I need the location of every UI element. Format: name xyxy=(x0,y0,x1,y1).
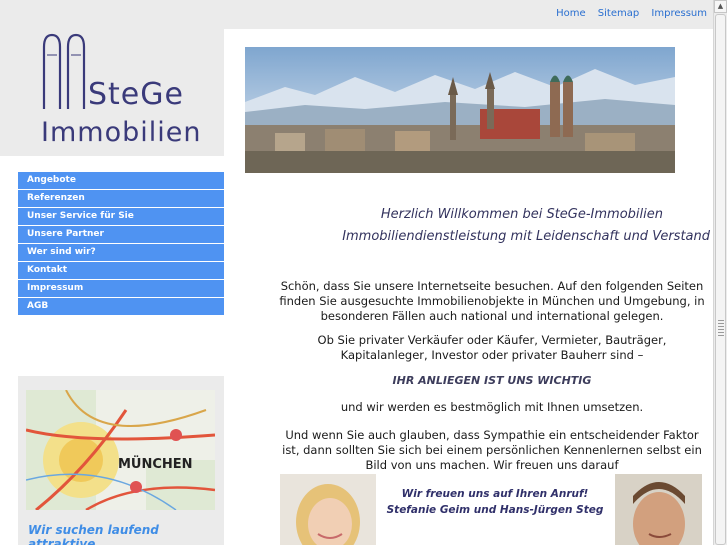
map-city-label: MÜNCHEN xyxy=(118,456,193,472)
menu-item-service[interactable]: Unser Service für Sie xyxy=(18,208,224,226)
intro-line-3: besonderen Fällen auch national und inte… xyxy=(320,309,664,323)
menu-item-agb[interactable]: AGB xyxy=(18,298,224,316)
logo[interactable]: SteGe Immobilien xyxy=(0,29,224,156)
photo-hans-juergen-steg xyxy=(615,474,702,545)
callout-line-1: Wir freuen uns auf Ihren Anruf! xyxy=(401,488,589,500)
contact-callout: Wir freuen uns auf Ihren Anruf! Stefanie… xyxy=(385,486,605,518)
intro-line-1: Schön, dass Sie unsere Internetseite bes… xyxy=(280,279,704,293)
menu-item-kontakt[interactable]: Kontakt xyxy=(18,262,224,280)
menu-item-referenzen[interactable]: Referenzen xyxy=(18,190,224,208)
welcome-line-2: Immobiliendienstleistung mit Leidenschaf… xyxy=(342,229,710,244)
main-menu: Angebote Referenzen Unser Service für Si… xyxy=(18,172,224,316)
promo-text[interactable]: Wir suchen laufend attraktive xyxy=(28,523,224,545)
audience-line-2: Kapitalanleger, Investor oder privater B… xyxy=(340,348,644,362)
photo-stefanie-geim xyxy=(280,474,376,545)
callout-line-2: Stefanie Geim und Hans-Jürgen Steg xyxy=(386,504,604,516)
top-link-home[interactable]: Home xyxy=(556,8,586,19)
menu-item-angebote[interactable]: Angebote xyxy=(18,172,224,190)
menu-item-partner[interactable]: Unsere Partner xyxy=(18,226,224,244)
welcome-heading: Herzlich Willkommen bei SteGe-Immobilien… xyxy=(245,204,710,248)
logo-text-stege: SteGe xyxy=(88,77,184,112)
menu-item-impressum[interactable]: Impressum xyxy=(18,280,224,298)
top-nav: Home Sitemap Impressum xyxy=(547,8,707,19)
sympathy-line-1: Und wenn Sie auch glauben, dass Sympathi… xyxy=(285,428,699,442)
logo-text-immobilien: Immobilien xyxy=(41,117,202,148)
munich-map-image: MÜNCHEN xyxy=(26,390,215,510)
sympathy-paragraph: Und wenn Sie auch glauben, dass Sympathi… xyxy=(262,428,722,473)
contact-row: Wir freuen uns auf Ihren Anruf! Stefanie… xyxy=(280,474,702,545)
scroll-up-arrow-icon[interactable]: ▲ xyxy=(714,0,727,13)
commitment-line: und wir werden es bestmöglich mit Ihnen … xyxy=(340,400,644,414)
munich-skyline-banner xyxy=(245,47,675,173)
audience-paragraph: Ob Sie privater Verkäufer oder Käufer, V… xyxy=(262,333,722,363)
intro-line-2: finden Sie ausgesuchte Immobilienobjekte… xyxy=(279,294,705,308)
emphasis-statement: IHR ANLIEGEN IST UNS WICHTIG xyxy=(392,374,592,387)
menu-item-wer-sind-wir[interactable]: Wer sind wir? xyxy=(18,244,224,262)
intro-paragraph: Schön, dass Sie unsere Internetseite bes… xyxy=(262,279,722,324)
sympathy-line-3: Bild von uns machen. Wir freuen uns dara… xyxy=(365,458,619,472)
top-bar: Home Sitemap Impressum xyxy=(0,0,713,29)
top-link-sitemap[interactable]: Sitemap xyxy=(598,8,639,19)
audience-line-1: Ob Sie privater Verkäufer oder Käufer, V… xyxy=(317,333,667,347)
promo-box[interactable]: MÜNCHEN Wir suchen laufend attraktive xyxy=(18,376,224,545)
sympathy-line-2: ist, dann sollten Sie sich bei einem per… xyxy=(282,443,702,457)
top-link-impressum[interactable]: Impressum xyxy=(651,8,707,19)
sidebar: SteGe Immobilien Angebote Referenzen Uns… xyxy=(0,29,224,545)
welcome-line-1: Herzlich Willkommen bei SteGe-Immobilien xyxy=(380,207,663,222)
